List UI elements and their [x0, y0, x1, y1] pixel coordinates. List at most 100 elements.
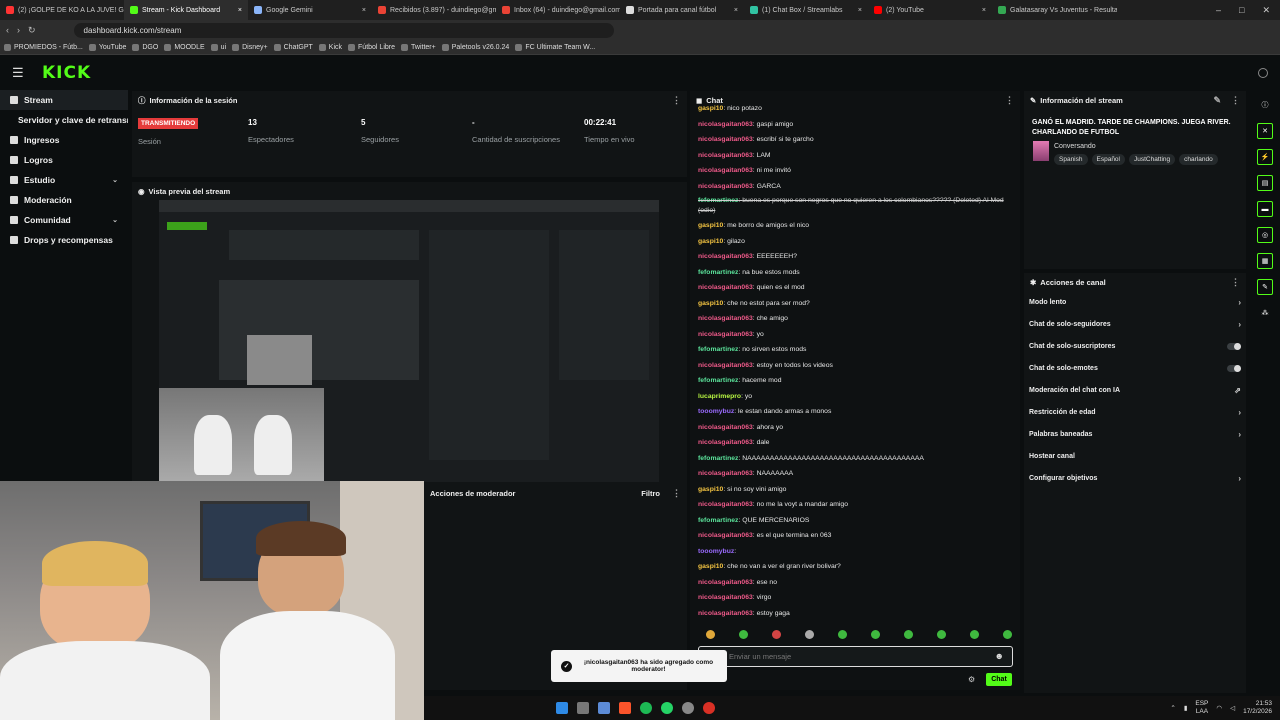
chat-send-button[interactable]: Chat — [986, 673, 1012, 686]
apps-icon[interactable]: ⁂ — [1257, 305, 1273, 321]
layout-icon[interactable]: ▦ — [1257, 253, 1273, 269]
tab-close-icon[interactable]: × — [734, 7, 738, 14]
tab-close-icon[interactable]: × — [858, 7, 862, 14]
sidebar-item[interactable]: Servidor y clave de retransmisión — [0, 110, 128, 130]
channel-action-item[interactable]: Hostear canal — [1024, 445, 1246, 467]
browser-tab[interactable]: Inbox (64) - duindiego@gmail.com× — [496, 0, 620, 20]
bookmark-item[interactable]: Kick — [318, 43, 342, 51]
moderation-icon[interactable]: ✕ — [1257, 123, 1273, 139]
chat-username[interactable]: fefomartinez — [698, 197, 738, 204]
browser-tab[interactable]: (2) ¡GOLPE DE KO A LA JUVE! GALAT× — [0, 0, 124, 20]
chat-username[interactable]: lucaprimepro — [698, 393, 741, 400]
sidebar-item[interactable]: Comunidad ⌄ — [0, 210, 128, 230]
chat-username[interactable]: nicolasgaitan063 — [698, 167, 753, 174]
bookmark-item[interactable]: FC Ultimate Team W... — [515, 43, 595, 51]
chat-username[interactable]: nicolasgaitan063 — [698, 610, 753, 617]
volume-icon[interactable]: ◁ — [1230, 704, 1235, 712]
document-icon[interactable]: ▤ — [1257, 175, 1273, 191]
browser-tab[interactable]: Galatasaray Vs Juventus - Resultado× — [992, 0, 1117, 20]
browser-tab[interactable]: Recibidos (3.897) - duindiego@gmai× — [372, 0, 496, 20]
channel-action-item[interactable]: Moderación del chat con IA ⇗ — [1024, 379, 1246, 401]
browser-tab[interactable]: (1) Chat Box / Streamlabs × — [744, 0, 868, 20]
start-icon[interactable] — [556, 702, 568, 714]
stream-tag[interactable]: Spanish — [1054, 154, 1088, 165]
emote-icon[interactable] — [805, 630, 814, 639]
chat-username[interactable]: fefomartinez — [698, 517, 738, 524]
chat-username[interactable]: nicolasgaitan063 — [698, 121, 753, 128]
forward-icon[interactable]: › — [17, 25, 20, 35]
info-icon[interactable]: ⓘ — [1257, 97, 1273, 113]
chat-username[interactable]: nicolasgaitan063 — [698, 579, 753, 586]
chat-username[interactable]: gaspi10 — [698, 105, 723, 112]
brave-icon[interactable] — [619, 702, 631, 714]
chat-input[interactable]: Enviar un mensaje ☻ — [698, 646, 1013, 667]
bookmark-item[interactable]: Disney+ — [232, 43, 268, 51]
chat-username[interactable]: tooomybuz — [698, 548, 734, 555]
notification-icon[interactable] — [1258, 67, 1268, 78]
bookmark-item[interactable]: MOODLE — [164, 43, 205, 51]
chat-username[interactable]: nicolasgaitan063 — [698, 501, 753, 508]
more-icon[interactable]: ⋮ — [1231, 95, 1240, 106]
chat-username[interactable]: nicolasgaitan063 — [698, 362, 753, 369]
tools-icon[interactable]: ✎ — [1257, 279, 1273, 295]
stream-tag[interactable]: JustChatting — [1129, 154, 1176, 165]
emote-icon[interactable] — [871, 630, 880, 639]
lightning-icon[interactable]: ⚡ — [1257, 149, 1273, 165]
stream-tag[interactable]: charlando — [1179, 154, 1218, 165]
more-icon[interactable]: ⋮ — [672, 95, 681, 106]
chat-username[interactable]: nicolasgaitan063 — [698, 136, 753, 143]
browser-tab[interactable]: Google Gemini × — [248, 0, 372, 20]
maximize-icon[interactable]: □ — [1239, 5, 1244, 16]
chat-username[interactable]: fefomartinez — [698, 377, 738, 384]
sidebar-item[interactable]: Ingresos — [0, 130, 128, 150]
stream-tag[interactable]: Español — [1091, 154, 1125, 165]
tab-close-icon[interactable]: × — [362, 7, 366, 14]
bookmark-item[interactable]: Twitter+ — [401, 43, 436, 51]
more-icon[interactable]: ⋮ — [1231, 277, 1240, 288]
sidebar-item[interactable]: Estudio ⌄ — [0, 170, 128, 190]
chat-username[interactable]: nicolasgaitan063 — [698, 284, 753, 291]
channel-action-item[interactable]: Palabras baneadas › — [1024, 423, 1246, 445]
chat-username[interactable]: nicolasgaitan063 — [698, 532, 753, 539]
emote-icon[interactable] — [970, 630, 979, 639]
tray-arrow-icon[interactable]: ⌃ — [1170, 704, 1175, 712]
emote-icon[interactable] — [937, 630, 946, 639]
steam-icon[interactable] — [598, 702, 610, 714]
network-icon[interactable]: ▮ — [1184, 704, 1188, 712]
chat-username[interactable]: nicolasgaitan063 — [698, 470, 753, 477]
whatsapp-icon[interactable] — [661, 702, 673, 714]
emote-icon[interactable] — [904, 630, 913, 639]
chat-username[interactable]: gaspi10 — [698, 238, 723, 245]
sidebar-item[interactable]: Drops y recompensas — [0, 230, 128, 250]
emote-icon[interactable] — [1003, 630, 1012, 639]
edit-icon[interactable]: ✎ — [1213, 95, 1221, 106]
channel-action-item[interactable]: Restricción de edad › — [1024, 401, 1246, 423]
more-icon[interactable]: ⋮ — [672, 488, 681, 499]
reload-icon[interactable]: ↻ — [28, 25, 36, 36]
chat-username[interactable]: nicolasgaitan063 — [698, 424, 753, 431]
tab-close-icon[interactable]: × — [238, 7, 242, 14]
bookmark-item[interactable]: PROMIEDOS - Fútb... — [4, 43, 83, 51]
chat-username[interactable]: nicolasgaitan063 — [698, 152, 753, 159]
minimize-icon[interactable]: – — [1216, 5, 1221, 16]
channel-action-item[interactable]: Chat de solo-seguidores › — [1024, 313, 1246, 335]
chat-settings-gear-icon[interactable]: ⚙ — [968, 675, 975, 684]
chat-username[interactable]: nicolasgaitan063 — [698, 331, 753, 338]
channel-action-item[interactable]: Chat de solo-suscriptores — [1024, 335, 1246, 357]
toggle-switch[interactable] — [1227, 342, 1241, 350]
chat-username[interactable]: gaspi10 — [698, 300, 723, 307]
sidebar-item[interactable]: Moderación — [0, 190, 128, 210]
bookmark-item[interactable]: Fútbol Libre — [348, 43, 395, 51]
chat-username[interactable]: gaspi10 — [698, 486, 723, 493]
channel-action-item[interactable]: Configurar objetivos › — [1024, 467, 1246, 489]
chat-username[interactable]: nicolasgaitan063 — [698, 183, 753, 190]
toggle-switch[interactable] — [1227, 364, 1241, 372]
chat-message-list[interactable]: gaspi10: nico potazo nicolasgaitan063: ga… — [698, 101, 1016, 709]
channel-action-item[interactable]: Chat de solo-emotes — [1024, 357, 1246, 379]
channel-action-item[interactable]: Modo lento › — [1024, 291, 1246, 313]
broadcast-icon[interactable]: ◎ — [1257, 227, 1273, 243]
bookmark-item[interactable]: Paletools v26.0.24 — [441, 43, 509, 51]
tab-close-icon[interactable]: × — [982, 7, 986, 14]
bookmark-item[interactable]: DGO — [132, 43, 158, 51]
chat-username[interactable]: tooomybuz — [698, 408, 734, 415]
